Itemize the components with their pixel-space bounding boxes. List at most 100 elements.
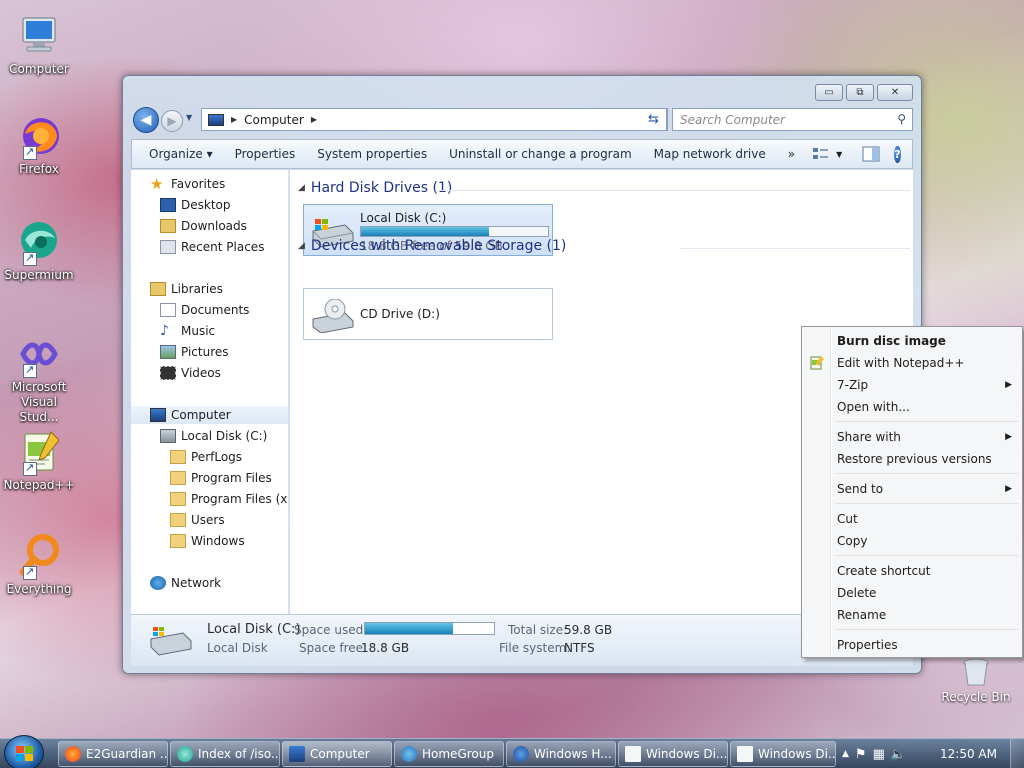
desktop-icon-visual-studio[interactable]: Microsoft Visual Stud... <box>0 330 78 425</box>
desktop-icon-computer[interactable]: Computer <box>0 12 78 77</box>
space-used-fill <box>365 623 454 634</box>
clock[interactable]: 12:50 AM <box>940 747 997 761</box>
navigation-pane: ★ Favorites Desktop Downloads Recent Pla… <box>131 170 289 614</box>
menu-item-properties[interactable]: Properties <box>805 634 1019 656</box>
notepad-plus-plus-icon <box>15 428 63 476</box>
organize-button[interactable]: Organize ▾ <box>132 147 224 161</box>
nav-documents[interactable]: Documents <box>160 301 249 319</box>
more-commands-button[interactable]: » <box>777 147 806 161</box>
nav-perflogs[interactable]: PerfLogs <box>170 448 242 466</box>
address-bar[interactable]: ▶ Computer ▶ ▼ <box>201 108 668 131</box>
documents-icon <box>160 303 176 317</box>
nav-desktop[interactable]: Desktop <box>160 196 231 214</box>
taskbar-button-windows-document-1[interactable]: Windows Di... <box>618 741 728 767</box>
menu-item-share-with[interactable]: Share with ▶ <box>805 426 1019 448</box>
system-properties-button[interactable]: System properties <box>306 147 438 161</box>
desktop-icon-supermium[interactable]: Supermium <box>0 218 78 283</box>
menu-item-restore-previous-versions[interactable]: Restore previous versions <box>805 448 1019 470</box>
menu-item-create-shortcut[interactable]: Create shortcut <box>805 560 1019 582</box>
desktop-icon-firefox[interactable]: Firefox <box>0 112 78 177</box>
supermium-icon <box>177 746 193 762</box>
taskbar-button-e2guardian[interactable]: E2Guardian ... <box>58 741 168 767</box>
search-input[interactable]: Search Computer ⚲ <box>672 108 913 131</box>
view-options-dropdown[interactable]: ▼ <box>836 150 842 159</box>
taskbar-button-windows-help[interactable]: Windows H... <box>506 741 616 767</box>
breadcrumb-separator-icon[interactable]: ▶ <box>311 115 317 124</box>
taskbar-button-index-of-iso[interactable]: Index of /iso... <box>170 741 280 767</box>
nav-libraries[interactable]: Libraries <box>150 280 223 298</box>
menu-item-7zip[interactable]: 7-Zip ▶ <box>805 374 1019 396</box>
submenu-arrow-icon: ▶ <box>1005 380 1012 390</box>
minimize-button[interactable]: ▭ <box>815 84 843 101</box>
properties-button[interactable]: Properties <box>224 147 307 161</box>
nav-program-files[interactable]: Program Files <box>170 469 272 487</box>
nav-favorites[interactable]: ★ Favorites <box>150 175 225 193</box>
nav-pictures[interactable]: Pictures <box>160 343 229 361</box>
nav-computer[interactable]: Computer <box>131 406 288 424</box>
change-view-icon[interactable] <box>812 146 830 162</box>
shortcut-arrow-icon <box>23 362 37 378</box>
drive-tile-d[interactable]: CD Drive (D:) <box>303 288 553 340</box>
desktop-icon-recycle-bin[interactable]: Recycle Bin <box>938 655 1014 704</box>
cd-drive-icon <box>309 298 355 334</box>
group-header-hard-disk-drives[interactable]: ◢ Hard Disk Drives (1) <box>298 180 452 196</box>
space-used-bar <box>364 622 495 635</box>
taskbar-button-homegroup[interactable]: HomeGroup <box>394 741 504 767</box>
menu-separator <box>835 503 1018 504</box>
arrow-right-icon: ▶ <box>167 114 177 128</box>
show-hidden-icons-icon[interactable]: ▲ <box>842 749 849 759</box>
menu-item-copy[interactable]: Copy <box>805 530 1019 552</box>
nav-network[interactable]: Network <box>150 574 221 592</box>
breadcrumb-computer[interactable]: Computer <box>244 113 304 127</box>
uninstall-program-button[interactable]: Uninstall or change a program <box>438 147 643 161</box>
close-button[interactable]: ✕ <box>877 84 913 101</box>
nav-users[interactable]: Users <box>170 511 225 529</box>
menu-item-delete[interactable]: Delete <box>805 582 1019 604</box>
search-icon[interactable]: ⚲ <box>897 112 906 126</box>
maximize-button[interactable]: ⧉ <box>846 84 874 101</box>
breadcrumb-separator-icon[interactable]: ▶ <box>231 115 237 124</box>
desktop-icon-everything[interactable]: Everything <box>0 532 78 597</box>
menu-item-edit-with-notepad[interactable]: Edit with Notepad++ <box>805 352 1019 374</box>
taskbar-button-computer[interactable]: Computer <box>282 741 392 767</box>
forward-button[interactable]: ▶ <box>161 110 183 132</box>
collapse-icon[interactable]: ◢ <box>298 183 305 193</box>
nav-local-disk[interactable]: Local Disk (C:) <box>160 427 267 445</box>
menu-item-burn-disc-image[interactable]: Burn disc image <box>805 330 1019 352</box>
start-button[interactable] <box>4 735 44 768</box>
firefox-icon <box>65 746 81 762</box>
menu-item-cut[interactable]: Cut <box>805 508 1019 530</box>
preview-pane-icon[interactable] <box>862 146 880 162</box>
downloads-folder-icon <box>160 219 176 233</box>
drive-usage-bar <box>360 226 549 237</box>
back-button[interactable]: ◀ <box>133 107 159 133</box>
refresh-button[interactable]: ⇆ <box>641 108 667 131</box>
command-bar: Organize ▾ Properties System properties … <box>131 139 913 169</box>
taskbar-button-windows-document-2[interactable]: Windows Di... <box>730 741 836 767</box>
network-status-icon[interactable]: ▦ <box>873 747 885 762</box>
group-header-removable-storage[interactable]: ◢ Devices with Removable Storage (1) <box>298 238 566 254</box>
nav-program-files-x86[interactable]: Program Files (x86 <box>170 490 288 508</box>
map-network-drive-button[interactable]: Map network drive <box>643 147 777 161</box>
collapse-icon[interactable]: ◢ <box>298 241 305 251</box>
desktop-icon-notepad-plus-plus[interactable]: Notepad++ <box>0 428 78 493</box>
nav-label: PerfLogs <box>191 450 243 464</box>
recent-pages-dropdown[interactable]: ▼ <box>186 113 192 122</box>
taskbar-button-label: HomeGroup <box>422 747 494 761</box>
help-icon[interactable]: ? <box>894 145 901 163</box>
action-center-flag-icon[interactable]: ⚑ <box>855 747 867 762</box>
volume-muted-icon[interactable]: 🔈 <box>891 747 906 761</box>
menu-item-rename[interactable]: Rename <box>805 604 1019 626</box>
nav-recent-places[interactable]: Recent Places <box>160 238 264 256</box>
computer-icon <box>150 408 166 422</box>
firefox-icon <box>15 112 63 160</box>
nav-windows[interactable]: Windows <box>170 532 245 550</box>
nav-downloads[interactable]: Downloads <box>160 217 247 235</box>
show-desktop-button[interactable] <box>1010 739 1024 768</box>
menu-item-open-with[interactable]: Open with... <box>805 396 1019 418</box>
desktop-icon-label: Recycle Bin <box>941 690 1011 704</box>
nav-videos[interactable]: Videos <box>160 364 221 382</box>
menu-item-send-to[interactable]: Send to ▶ <box>805 478 1019 500</box>
space-free-value: 18.8 GB <box>361 641 410 655</box>
nav-music[interactable]: ♪ Music <box>160 322 215 340</box>
